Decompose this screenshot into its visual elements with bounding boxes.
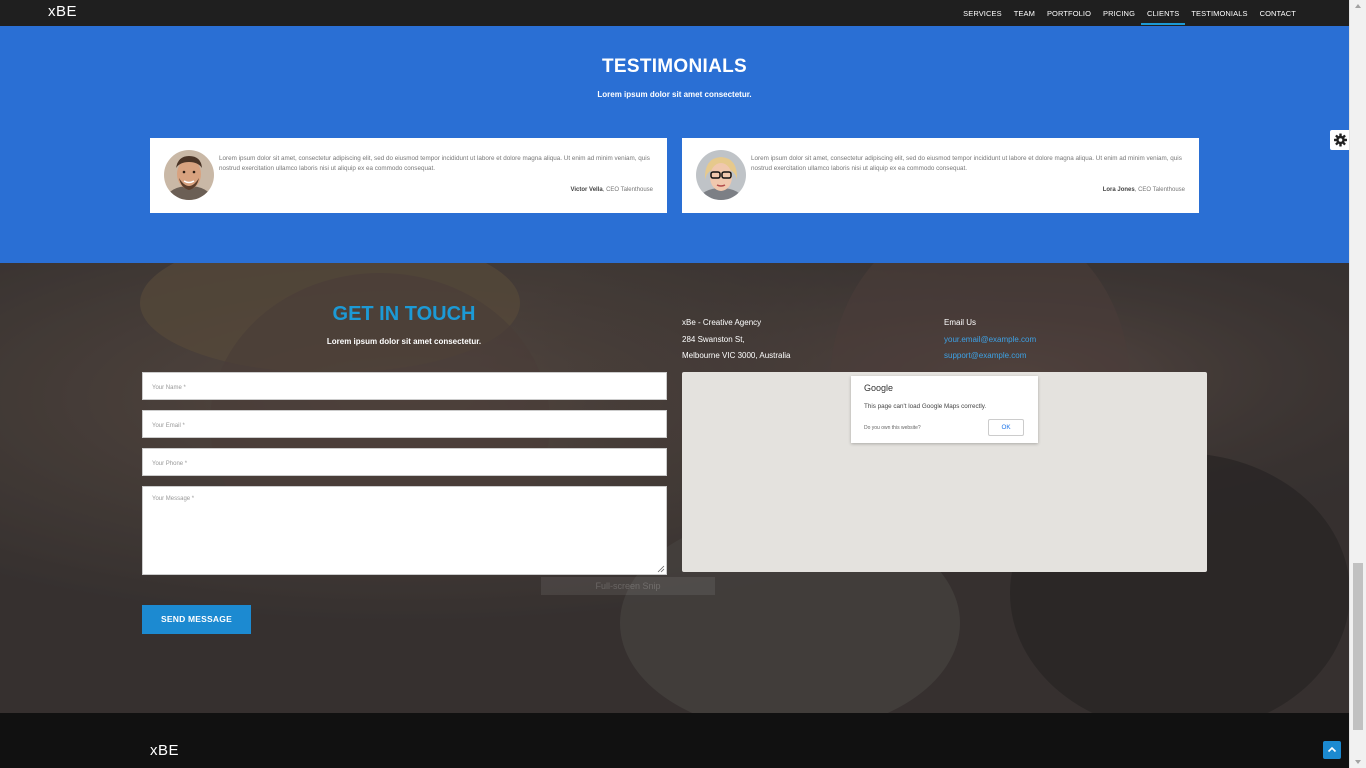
email-input[interactable]: Your Email * [142, 410, 667, 438]
gear-icon [1334, 133, 1347, 147]
resize-handle-icon[interactable] [657, 565, 665, 573]
address-line: 284 Swanston St, [682, 334, 745, 344]
map-error-message: This page can't load Google Maps correct… [864, 403, 987, 410]
testimonial-card: Lorem ipsum dolor sit amet, consectetur … [682, 138, 1199, 213]
scroll-to-top-button[interactable] [1323, 741, 1341, 759]
testimonials-subtitle: Lorem ipsum dolor sit amet consectetur. [597, 90, 752, 99]
address-block: xBe - Creative Agency 284 Swanston St, M… [682, 315, 791, 365]
email-link[interactable]: support@example.com [944, 348, 1036, 365]
testimonial-author: Lora Jones, CEO Talenthouse [1103, 187, 1185, 193]
scroll-down-arrow-icon[interactable] [1355, 760, 1361, 764]
address-line: Melbourne VIC 3000, Australia [682, 351, 791, 360]
contact-section: GET IN TOUCH Lorem ipsum dolor sit amet … [0, 263, 1349, 713]
testimonial-card: Lorem ipsum dolor sit amet, consectetur … [150, 138, 667, 213]
own-website-link[interactable]: Do you own this website? [864, 425, 921, 431]
nav-item-testimonials[interactable]: TESTIMONIALS [1185, 0, 1253, 26]
scroll-up-arrow-icon[interactable] [1355, 4, 1361, 8]
nav-item-services[interactable]: SERVICES [957, 0, 1008, 26]
map-error-dialog: Google This page can't load Google Maps … [851, 376, 1038, 443]
email-label: Email Us [944, 318, 977, 327]
settings-button[interactable] [1330, 130, 1349, 150]
contact-subtitle: Lorem ipsum dolor sit amet consectetur. [326, 337, 482, 346]
contact-title: GET IN TOUCH [332, 303, 476, 325]
phone-input[interactable]: Your Phone * [142, 448, 667, 476]
nav-item-contact[interactable]: CONTACT [1254, 0, 1302, 26]
testimonials-title: TESTIMONIALS [601, 56, 748, 77]
email-link[interactable]: your.email@example.com [944, 332, 1036, 349]
author-role: , CEO Talenthouse [602, 187, 653, 193]
testimonial-text: Lorem ipsum dolor sit amet, consectetur … [219, 155, 650, 172]
main-nav: SERVICES TEAM PORTFOLIO PRICING CLIENTS … [957, 0, 1302, 26]
message-textarea[interactable]: Your Message * [142, 486, 667, 575]
email-block: Email Us your.email@example.com support@… [944, 315, 1036, 365]
google-map[interactable]: Google This page can't load Google Maps … [682, 372, 1207, 572]
name-input[interactable]: Your Name * [142, 372, 667, 400]
nav-item-clients[interactable]: CLIENTS [1141, 0, 1186, 26]
nav-item-team[interactable]: TEAM [1008, 0, 1041, 26]
send-message-button[interactable]: SEND MESSAGE [142, 605, 251, 634]
message-placeholder: Your Message * [152, 496, 195, 502]
avatar [696, 150, 746, 200]
ok-button[interactable]: OK [988, 419, 1024, 436]
chevron-up-icon [1327, 746, 1337, 753]
scrollbar-thumb[interactable] [1353, 563, 1363, 730]
avatar [164, 150, 214, 200]
nav-item-portfolio[interactable]: PORTFOLIO [1041, 0, 1097, 26]
google-logo: Google [864, 383, 894, 393]
nav-item-pricing[interactable]: PRICING [1097, 0, 1141, 26]
author-role: , CEO Talenthouse [1134, 187, 1185, 193]
top-navbar: xBE SERVICES TEAM PORTFOLIO PRICING CLIE… [0, 0, 1349, 26]
testimonials-section: TESTIMONIALS Lorem ipsum dolor sit amet … [0, 26, 1349, 263]
testimonial-author: Victor Vella, CEO Talenthouse [570, 187, 653, 193]
footer: xBE [0, 713, 1349, 768]
address-line: xBe - Creative Agency [682, 318, 762, 327]
testimonial-text: Lorem ipsum dolor sit amet, consectetur … [751, 155, 1182, 172]
author-name: Victor Vella [570, 187, 603, 193]
fullscreen-snip-label: Full-screen Snip [541, 577, 715, 595]
author-name: Lora Jones [1102, 187, 1135, 193]
brand-logo[interactable]: xBE [48, 3, 77, 20]
page-scrollbar[interactable] [1349, 0, 1366, 768]
footer-brand[interactable]: xBE [150, 742, 179, 759]
